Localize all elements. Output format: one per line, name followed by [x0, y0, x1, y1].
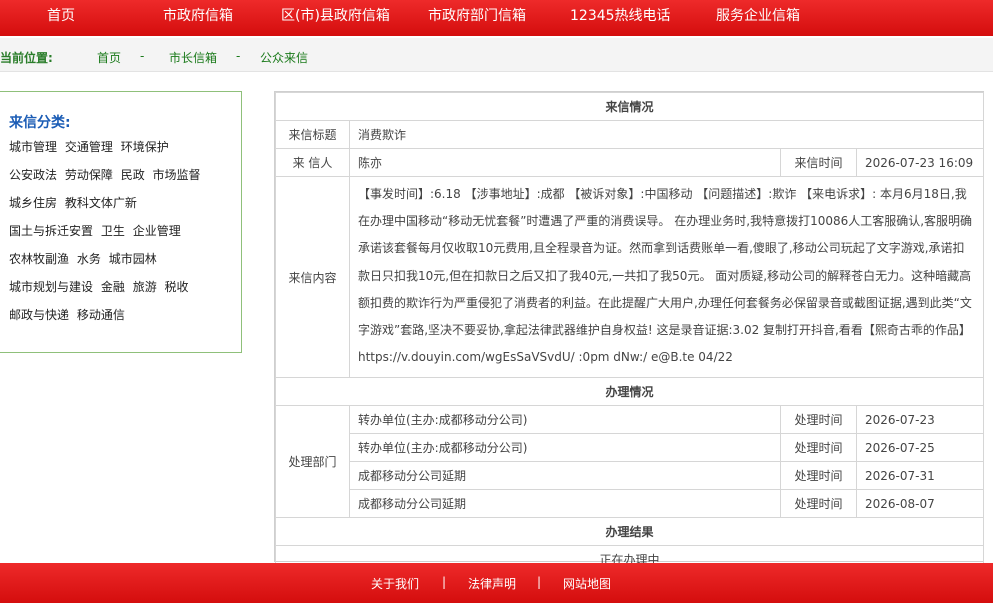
- top-navigation: 首页 市政府信箱 区(市)县政府信箱 市政府部门信箱 12345热线电话 服务企…: [0, 0, 993, 36]
- category-row: 城乡住房 教科文体广新: [9, 194, 141, 211]
- category-row: 国土与拆迁安置 卫生 企业管理: [9, 222, 185, 239]
- category-row: 城市管理 交通管理 环境保护: [9, 138, 173, 155]
- breadcrumb-public-letters[interactable]: 公众来信: [260, 49, 308, 66]
- letter-time-label: 来信时间: [780, 148, 857, 177]
- category-link[interactable]: 旅游: [133, 280, 157, 294]
- letter-sender: 陈亦: [349, 148, 781, 177]
- page-bottom-edge: [0, 603, 1003, 611]
- category-title: 来信分类:: [9, 115, 71, 131]
- handling-time-label: 处理时间: [780, 433, 857, 463]
- handling-time: 2026-08-07: [855, 489, 985, 519]
- category-link[interactable]: 水务: [77, 252, 101, 266]
- handling-unit: 转办单位(主办:成都移动分公司): [349, 433, 781, 463]
- category-link[interactable]: 市场监督: [153, 168, 201, 182]
- nav-district-gov-mailbox[interactable]: 区(市)县政府信箱: [281, 0, 390, 36]
- category-link[interactable]: 城乡住房: [9, 196, 57, 210]
- category-link[interactable]: 国土与拆迁安置: [9, 224, 93, 238]
- breadcrumb-separator: -: [236, 49, 241, 63]
- letter-time: 2026-07-23 16:09: [855, 148, 985, 177]
- handling-unit: 成都移动分公司延期: [349, 489, 781, 519]
- letter-section-title: 来信情况: [274, 92, 985, 121]
- nav-home[interactable]: 首页: [47, 0, 75, 36]
- handling-time-label: 处理时间: [780, 405, 857, 435]
- category-link[interactable]: 移动通信: [77, 308, 125, 322]
- nav-12345-hotline[interactable]: 12345热线电话: [570, 0, 671, 36]
- category-row: 公安政法 劳动保障 民政 市场监督: [9, 166, 205, 183]
- footer-separator: |: [537, 575, 542, 589]
- breadcrumb: 当前位置: 首页 - 市长信箱 - 公众来信: [0, 38, 993, 72]
- letter-table: 来信情况 来信标题 消费欺诈 来 信人 陈亦 来信时间 2026-07-23 1…: [274, 92, 985, 575]
- breadcrumb-home[interactable]: 首页: [97, 49, 121, 66]
- category-row: 农林牧副渔 水务 城市园林: [9, 250, 161, 267]
- handling-time-label: 处理时间: [780, 489, 857, 519]
- category-link[interactable]: 民政: [121, 168, 145, 182]
- nav-enterprise-mailbox[interactable]: 服务企业信箱: [716, 0, 800, 36]
- category-link[interactable]: 农林牧副渔: [9, 252, 69, 266]
- footer-separator: |: [442, 575, 447, 589]
- nav-city-gov-mailbox[interactable]: 市政府信箱: [163, 0, 233, 36]
- handling-time: 2026-07-25: [855, 433, 985, 463]
- subject-label: 来信标题: [275, 120, 350, 149]
- breadcrumb-label: 当前位置:: [0, 51, 53, 65]
- handling-time-label: 处理时间: [780, 461, 857, 491]
- footer-legal-link[interactable]: 法律声明: [468, 575, 516, 592]
- footer: 关于我们 | 法律声明 | 网站地图: [0, 563, 993, 603]
- category-link[interactable]: 金融: [101, 280, 125, 294]
- sender-label: 来 信人: [275, 148, 350, 177]
- category-row: 邮政与快递 移动通信: [9, 306, 129, 323]
- breadcrumb-separator: -: [140, 49, 145, 63]
- page-edge: [993, 0, 1003, 611]
- letter-content: 【事发时间】:6.18 【涉事地址】:成都 【被诉对象】:中国移动 【问题描述】…: [348, 175, 985, 379]
- category-link[interactable]: 环境保护: [121, 140, 169, 154]
- handling-time: 2026-07-31: [855, 461, 985, 491]
- category-row: 城市规划与建设 金融 旅游 税收: [9, 278, 193, 295]
- letter-detail-panel: 来信情况 来信标题 消费欺诈 来 信人 陈亦 来信时间 2026-07-23 1…: [274, 91, 985, 575]
- category-link[interactable]: 劳动保障: [65, 168, 113, 182]
- category-link[interactable]: 卫生: [101, 224, 125, 238]
- category-link[interactable]: 教科文体广新: [65, 196, 137, 210]
- footer-about-link[interactable]: 关于我们: [371, 575, 419, 592]
- handling-time: 2026-07-23: [855, 405, 985, 435]
- letter-subject: 消费欺诈: [348, 120, 985, 149]
- handling-dept-label: 处理部门: [275, 405, 350, 519]
- category-link[interactable]: 公安政法: [9, 168, 57, 182]
- category-link[interactable]: 邮政与快递: [9, 308, 69, 322]
- content-label: 来信内容: [275, 175, 350, 379]
- category-link[interactable]: 城市管理: [9, 140, 57, 154]
- category-link[interactable]: 交通管理: [65, 140, 113, 154]
- category-link[interactable]: 城市园林: [109, 252, 157, 266]
- breadcrumb-mayor-mailbox[interactable]: 市长信箱: [169, 49, 217, 66]
- handling-unit: 转办单位(主办:成都移动分公司): [349, 405, 781, 435]
- category-link[interactable]: 城市规划与建设: [9, 280, 93, 294]
- footer-sitemap-link[interactable]: 网站地图: [563, 575, 611, 592]
- category-link[interactable]: 税收: [165, 280, 189, 294]
- result-section-title: 办理结果: [274, 517, 985, 547]
- category-panel: 来信分类: 城市管理 交通管理 环境保护 公安政法 劳动保障 民政 市场监督 城…: [0, 91, 242, 353]
- nav-dept-mailbox[interactable]: 市政府部门信箱: [428, 0, 526, 36]
- category-link[interactable]: 企业管理: [133, 224, 181, 238]
- handling-section-title: 办理情况: [274, 377, 985, 407]
- handling-unit: 成都移动分公司延期: [349, 461, 781, 491]
